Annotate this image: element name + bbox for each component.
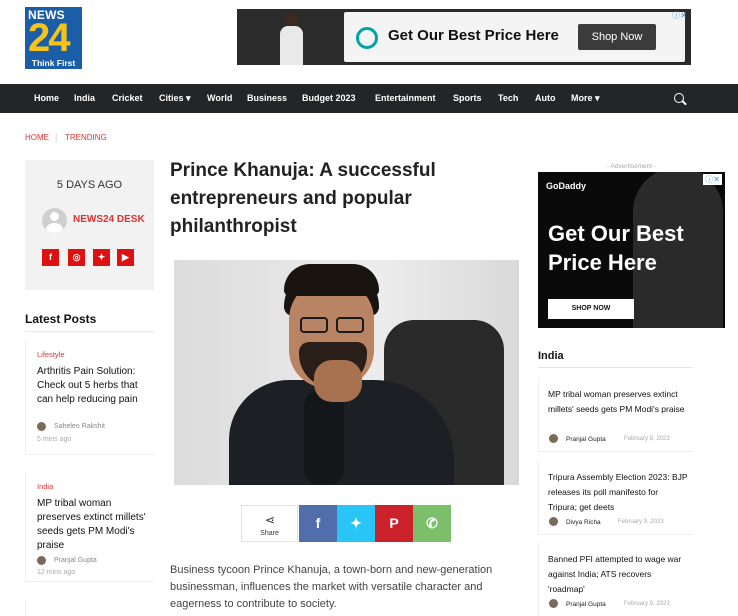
list-item[interactable]: Banned PFI attempted to wage war against… [538, 543, 693, 616]
avatar [549, 517, 558, 526]
article-headline: Prince Khanuja: A successful entrepreneu… [170, 160, 436, 237]
share-label: Share [260, 530, 279, 537]
nav-sports[interactable]: Sports [453, 84, 482, 113]
post-time: 5 mins ago [37, 436, 72, 443]
nav-home[interactable]: Home [34, 84, 59, 113]
nav-auto[interactable]: Auto [535, 84, 556, 113]
divider [25, 331, 154, 332]
article-hero-image [174, 260, 519, 485]
post-author[interactable]: Pranjal Gupta [566, 436, 606, 443]
author-box: 5 DAYS AGO NEWS24 DESK f ◎ ✦ ▶ [25, 160, 154, 290]
pinterest-share-icon[interactable]: P [375, 505, 413, 542]
post-title[interactable]: MP tribal woman preserves extinct millet… [548, 387, 688, 417]
chevron-down-icon: ▾ [595, 93, 600, 103]
post-time-ago: 5 DAYS AGO [56, 179, 123, 191]
facebook-icon[interactable]: f [42, 249, 59, 266]
post-title[interactable]: Banned PFI attempted to wage war against… [548, 552, 688, 597]
breadcrumb-home[interactable]: HOME [25, 133, 49, 142]
list-item[interactable] [25, 600, 154, 616]
twitter-share-icon[interactable]: ✦ [337, 505, 375, 542]
ad-choices-icon[interactable]: ⓘ✕ [672, 10, 687, 21]
list-item[interactable]: Tripura Assembly Election 2023: BJP rele… [538, 461, 693, 535]
logo-number: 24 [28, 16, 70, 60]
ad-person-image [277, 13, 305, 65]
post-title[interactable]: MP tribal woman preserves extinct millet… [37, 497, 149, 553]
whatsapp-share-icon[interactable]: ✆ [413, 505, 451, 542]
nav-world[interactable]: World [207, 84, 232, 113]
ad-shop-button[interactable]: SHOP NOW [548, 299, 634, 319]
share-icon: ⋖ [265, 513, 276, 527]
list-item[interactable]: Lifestyle Arthritis Pain Solution: Check… [25, 340, 154, 455]
logo-tagline: Think First [25, 58, 82, 69]
post-title[interactable]: Arthritis Pain Solution: Check out 5 her… [37, 365, 149, 407]
instagram-icon[interactable]: ◎ [68, 249, 85, 266]
divider [538, 367, 693, 368]
post-date: February 9, 2023 [624, 601, 670, 607]
post-date: February 9, 2023 [618, 519, 664, 525]
author-name[interactable]: NEWS24 DESK [73, 214, 145, 225]
ad-headline: Get Our Best Price Here [548, 221, 684, 275]
nav-tech[interactable]: Tech [498, 84, 518, 113]
godaddy-icon [356, 27, 378, 49]
nav-business[interactable]: Business [247, 84, 287, 113]
avatar [549, 599, 558, 608]
india-section-heading: India [538, 350, 564, 362]
nav-cricket[interactable]: Cricket [112, 84, 143, 113]
ad-close-icon[interactable]: ⓘ✕ [703, 174, 722, 185]
search-icon[interactable] [674, 93, 684, 103]
twitter-icon[interactable]: ✦ [93, 249, 110, 266]
breadcrumb-separator: | [55, 132, 58, 142]
list-item[interactable]: India MP tribal woman preserves extinct … [25, 472, 154, 582]
main-nav: Home India Cricket Cities ▾ World Busine… [0, 84, 738, 113]
post-category[interactable]: India [37, 482, 53, 491]
breadcrumb-trending[interactable]: TRENDING [65, 133, 107, 142]
list-item[interactable]: MP tribal woman preserves extinct millet… [538, 378, 693, 452]
ad-shop-button[interactable]: Shop Now [578, 24, 656, 50]
nav-india[interactable]: India [74, 84, 95, 113]
site-logo[interactable]: NEWS 24 Think First [25, 7, 82, 69]
post-author[interactable]: Saheleo Rakshit [54, 423, 105, 430]
nav-entertainment[interactable]: Entertainment [375, 84, 436, 113]
latest-posts-heading: Latest Posts [25, 312, 97, 326]
youtube-icon[interactable]: ▶ [117, 249, 134, 266]
sidebar-ad[interactable]: GoDaddy Get Our Best Price Here SHOP NOW… [538, 172, 725, 328]
article-excerpt: Business tycoon Prince Khanuja, a town-b… [170, 564, 493, 610]
avatar [37, 422, 46, 431]
facebook-share-icon[interactable]: f [299, 505, 337, 542]
avatar [37, 556, 46, 565]
post-time: 12 mins ago [37, 569, 76, 576]
post-author[interactable]: Divya Richa [566, 519, 601, 526]
post-title[interactable]: Tripura Assembly Election 2023: BJP rele… [548, 470, 688, 515]
post-date: February 9, 2023 [624, 436, 670, 442]
ad-headline: Get Our Best Price Here [388, 27, 559, 44]
nav-budget[interactable]: Budget 2023 [302, 84, 356, 113]
ad-brand: GoDaddy [546, 181, 587, 191]
share-button[interactable]: ⋖ Share [241, 505, 298, 542]
top-banner-ad[interactable]: Get Our Best Price Here Shop Now ⓘ✕ [237, 9, 691, 65]
post-category[interactable]: Lifestyle [37, 350, 65, 359]
chevron-down-icon: ▾ [186, 93, 191, 103]
nav-cities[interactable]: Cities ▾ [159, 84, 191, 113]
nav-more-label: More [571, 93, 593, 103]
nav-cities-label: Cities [159, 93, 184, 103]
post-author[interactable]: Pranjal Gupta [566, 601, 606, 608]
avatar [549, 434, 558, 443]
avatar[interactable] [42, 208, 67, 233]
ad-panel: Get Our Best Price Here Shop Now [344, 12, 685, 62]
nav-more[interactable]: More ▾ [571, 84, 600, 113]
advertisement-label: - Advertisement - [606, 163, 657, 170]
post-author[interactable]: Pranjal Gupta [54, 557, 97, 564]
